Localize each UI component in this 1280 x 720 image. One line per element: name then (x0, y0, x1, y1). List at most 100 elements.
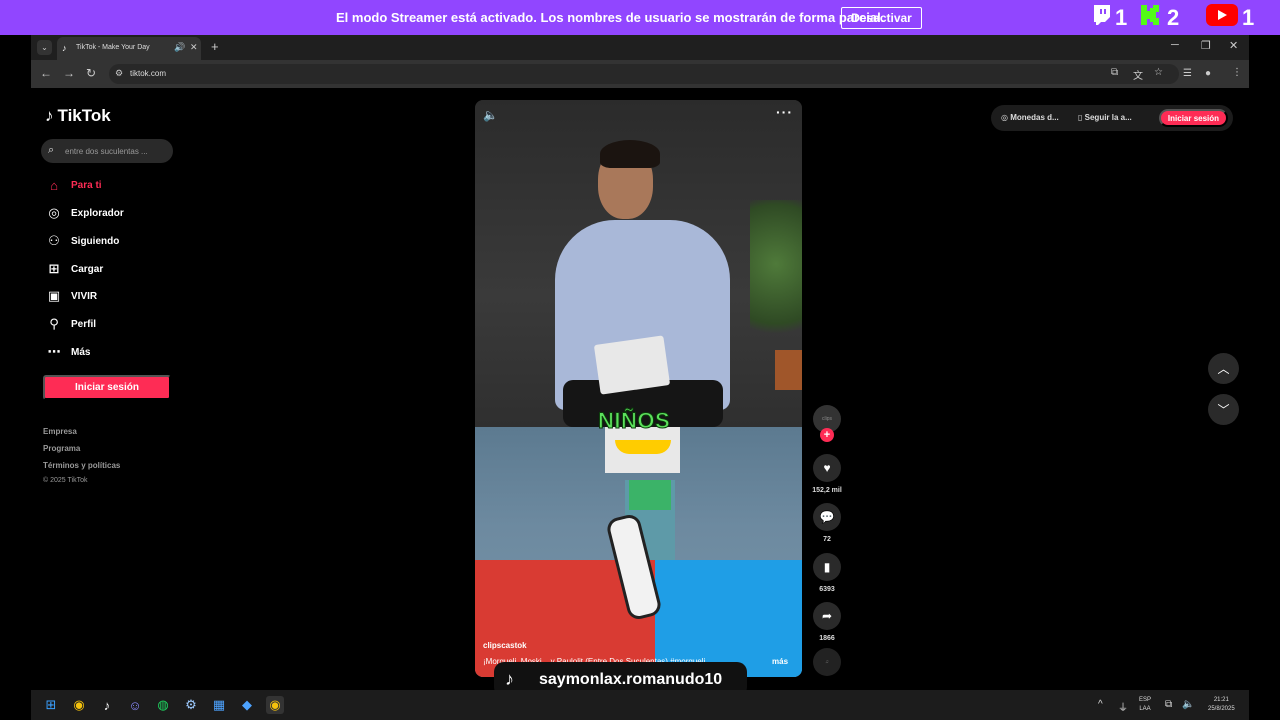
discord-icon[interactable]: ☺ (126, 696, 144, 714)
twitch-count: 1 (1115, 5, 1128, 30)
tiktok-favicon-icon: ♪ (62, 43, 67, 53)
files-icon[interactable]: ▦ (210, 696, 228, 714)
clock-time: 21:21 (1213, 697, 1229, 703)
reload-icon[interactable]: ↻ (86, 66, 96, 80)
restore-icon[interactable]: ❐ (1201, 39, 1211, 52)
tiktok-logo-icon: ♪ (45, 106, 54, 125)
language-indicator[interactable]: ESP LAA (1139, 696, 1151, 714)
like-button[interactable]: ♥ (813, 454, 841, 482)
sidebar-item-label: Más (71, 346, 91, 358)
sidebar-item-siguiendo[interactable]: ⚇ Siguiendo (45, 231, 119, 251)
menu-icon[interactable]: ⋮ (1232, 67, 1242, 78)
search-icon: ⌕ (48, 144, 55, 156)
extensions-icon[interactable]: ☰ (1183, 68, 1192, 79)
address-bar[interactable]: ⚙ tiktok.com ⧉ 文 ☆ (109, 64, 1179, 84)
profile-avatar-icon[interactable]: ● (1205, 68, 1211, 79)
video-player[interactable]: NIÑOS 🔈 ··· clipscastok ¡Morgueli, Moski… (475, 100, 802, 677)
sidebar-item-vivir[interactable]: ▣ VIVIR (45, 286, 97, 306)
plant-pot (775, 350, 802, 390)
compass-icon: ◎ (48, 205, 60, 220)
deactivate-button[interactable]: Desactivar (841, 7, 922, 29)
video-author[interactable]: clipscastok (483, 641, 527, 650)
video-more-link[interactable]: más (772, 657, 788, 666)
tiktok-logo[interactable]: ♪ TikTok (45, 106, 111, 126)
clock[interactable]: 21:21 25/8/2025 (1208, 696, 1235, 714)
clock-date: 25/8/2025 (1208, 706, 1235, 712)
chrome-icon[interactable]: ◉ (70, 696, 88, 714)
minimize-icon[interactable]: ─ (1171, 39, 1179, 51)
site-info-icon[interactable]: ⚙ (115, 68, 123, 79)
sidebar-item-explorador[interactable]: ◎ Explorador (45, 203, 123, 223)
install-app-icon[interactable]: ⧉ (1111, 67, 1118, 78)
upload-icon: ⊞ (48, 261, 60, 276)
comment-button[interactable]: 💬 (813, 503, 841, 531)
previous-video-button[interactable]: ︿ (1208, 353, 1239, 384)
new-tab-icon[interactable]: + (211, 39, 219, 54)
kick-viewer-count: 2 (1139, 4, 1179, 32)
person-hair (600, 140, 660, 168)
paper-sheet (593, 335, 671, 395)
back-icon[interactable]: ← (40, 66, 52, 80)
share-button[interactable]: ➦ (813, 602, 841, 630)
microphone-icon[interactable]: ⏚ (1118, 699, 1128, 714)
steam-icon[interactable]: ⚙ (182, 696, 200, 714)
sidebar-login-button[interactable]: Iniciar sesión (43, 375, 171, 400)
follow-plus-icon[interactable]: + (820, 428, 834, 442)
browser-window: ⌄ ♪ TikTok - Make Your Day 🔊 ✕ + ─ ❐ ✕ ←… (31, 35, 1249, 690)
game-ramp-top (629, 480, 671, 510)
roblox-icon[interactable]: ◆ (238, 696, 256, 714)
spotify-icon[interactable]: ◍ (154, 696, 172, 714)
close-window-icon[interactable]: ✕ (1229, 39, 1238, 52)
follow-app-link[interactable]: ▯ Seguir la a... (1078, 113, 1132, 122)
twitch-icon (1093, 5, 1111, 31)
translate-icon[interactable]: 文 (1133, 67, 1143, 82)
coin-icon: ◎ (1001, 113, 1008, 122)
tab-search-icon[interactable]: ⌄ (37, 40, 52, 55)
youtube-icon (1206, 4, 1238, 32)
comment-icon: 💬 (819, 510, 835, 524)
chevron-up-icon: ︿ (1217, 362, 1230, 376)
tab-audio-icon[interactable]: 🔊 (174, 42, 185, 53)
streamer-mode-banner: El modo Streamer está activado. Los nomb… (0, 0, 1280, 35)
coins-link[interactable]: ◎ Monedas d... (1001, 113, 1059, 122)
navigation-bar: ← → ↻ ⚙ tiktok.com ⧉ 文 ☆ ☰ ● ⋮ (31, 60, 1249, 88)
video-caption: NIÑOS (597, 408, 671, 434)
tab-close-icon[interactable]: ✕ (190, 42, 198, 53)
forward-icon[interactable]: → (63, 66, 75, 80)
footer-link-terminos[interactable]: Términos y políticas (43, 461, 120, 470)
following-icon: ⚇ (48, 233, 60, 248)
youtube-count: 1 (1242, 5, 1255, 30)
save-button[interactable]: ▮ (813, 553, 841, 581)
tab-title: TikTok - Make Your Day (76, 44, 150, 51)
network-icon[interactable]: ⧉ (1165, 699, 1172, 710)
tiktok-app-icon[interactable]: ♪ (98, 696, 116, 714)
bookmark-star-icon[interactable]: ☆ (1154, 67, 1163, 78)
streamer-mode-text: El modo Streamer está activado. Los nomb… (336, 10, 885, 25)
speaker-icon[interactable]: 🔈 (1182, 699, 1194, 710)
follow-app-label: Seguir la a... (1084, 113, 1132, 122)
twitch-viewer-count: 1 (1093, 4, 1127, 32)
next-video-button[interactable]: ﹀ (1208, 394, 1239, 425)
footer-link-programa[interactable]: Programa (43, 444, 80, 453)
sidebar-item-cargar[interactable]: ⊞ Cargar (45, 259, 104, 279)
tray-chevron-up-icon[interactable]: ^ (1098, 699, 1103, 710)
windows-start-icon[interactable]: ⊞ (42, 696, 60, 714)
music-disc-icon[interactable]: ♫ (813, 648, 841, 676)
top-login-button[interactable]: Iniciar sesión (1159, 109, 1228, 127)
top-right-actions: ◎ Monedas d... ▯ Seguir la a... Iniciar … (991, 105, 1233, 131)
youtube-viewer-count: 1 (1206, 4, 1254, 32)
search-input[interactable] (65, 144, 169, 158)
sidebar-item-para-ti[interactable]: ⌂ Para ti (45, 175, 102, 195)
chrome-active-icon[interactable]: ◉ (266, 696, 284, 714)
tiktok-page: ♪ TikTok ⌕ ⌂ Para ti ◎ Explorador ⚇ Sigu… (31, 88, 1249, 690)
sidebar-item-label: VIVIR (71, 290, 98, 302)
tab-tiktok[interactable]: ♪ TikTok - Make Your Day 🔊 ✕ (57, 37, 201, 60)
overlay-username: saymonlax.romanudo10 (539, 671, 723, 688)
volume-icon[interactable]: 🔈 (483, 108, 498, 122)
sidebar-item-perfil[interactable]: ⚲ Perfil (45, 314, 96, 334)
video-options-icon[interactable]: ··· (776, 104, 793, 120)
comment-count: 72 (823, 536, 831, 543)
sidebar-item-mas[interactable]: ⋯ Más (45, 342, 91, 362)
search-box[interactable]: ⌕ (41, 139, 173, 163)
footer-link-empresa[interactable]: Empresa (43, 427, 77, 436)
